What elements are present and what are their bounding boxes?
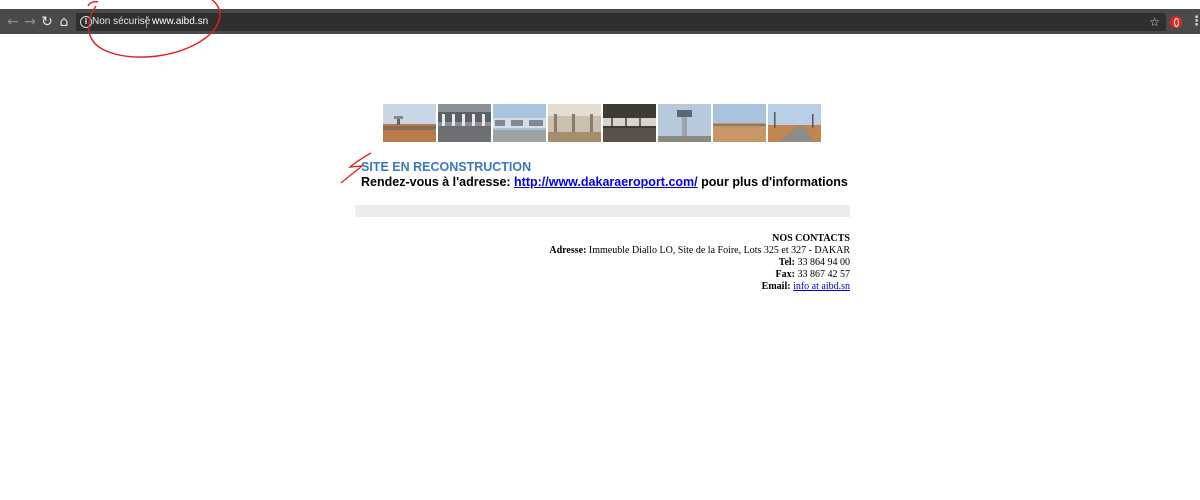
airport-photo-6 (658, 104, 711, 142)
airport-photo-3 (493, 104, 546, 142)
home-icon[interactable]: ⌂ (55, 13, 73, 31)
window-top-strip (0, 0, 1200, 11)
opera-extension-icon[interactable] (1170, 16, 1182, 28)
gray-divider-bar (355, 205, 850, 217)
redirect-suffix: pour plus d'informations (697, 175, 848, 189)
star-icon[interactable]: ☆ (1149, 14, 1160, 30)
address-label: Adresse: (549, 245, 587, 256)
tel-value: 33 864 94 00 (797, 257, 851, 268)
url-text[interactable]: www.aibd.sn (152, 15, 208, 29)
redirect-prefix: Rendez-vous à l'adresse: (361, 175, 515, 189)
address-bar[interactable]: i Non sécurisé www.aibd.sn ☆ (76, 13, 1166, 31)
email-label: Email: (761, 281, 791, 292)
browser-toolbar: ← → ↻ ⌂ i Non sécurisé www.aibd.sn ☆ ⋮ (0, 11, 1200, 34)
airport-photo-2 (438, 104, 491, 142)
security-status-label[interactable]: Non sécurisé (92, 15, 150, 29)
airport-photo-1 (383, 104, 436, 142)
page-heading: SITE EN RECONSTRUCTION (361, 160, 532, 174)
airport-photo-8 (768, 104, 821, 142)
airport-photo-strip (383, 104, 823, 142)
address-value: Immeuble Diallo LO, Site de la Foire, Lo… (588, 245, 850, 256)
redirect-message: Rendez-vous à l'adresse: http://www.daka… (361, 175, 848, 190)
contacts-title: NOS CONTACTS (772, 233, 850, 244)
redirect-link[interactable]: http://www.dakaraeroport.com/ (514, 175, 698, 189)
tel-label: Tel: (778, 257, 795, 268)
info-icon[interactable]: i (80, 16, 92, 28)
reload-icon[interactable]: ↻ (38, 13, 56, 31)
fax-label: Fax: (775, 269, 795, 280)
contacts-block: NOS CONTACTS Adresse: Immeuble Diallo LO… (500, 233, 850, 293)
email-link[interactable]: info at aibd.sn (793, 281, 850, 292)
address-separator (146, 16, 147, 28)
kebab-menu-icon[interactable]: ⋮ (1190, 13, 1200, 31)
airport-photo-5 (603, 104, 656, 142)
back-arrow-icon[interactable]: ← (4, 13, 22, 31)
forward-arrow-icon[interactable]: → (21, 13, 39, 31)
fax-value: 33 867 42 57 (797, 269, 851, 280)
airport-photo-4 (548, 104, 601, 142)
airport-photo-7 (713, 104, 766, 142)
